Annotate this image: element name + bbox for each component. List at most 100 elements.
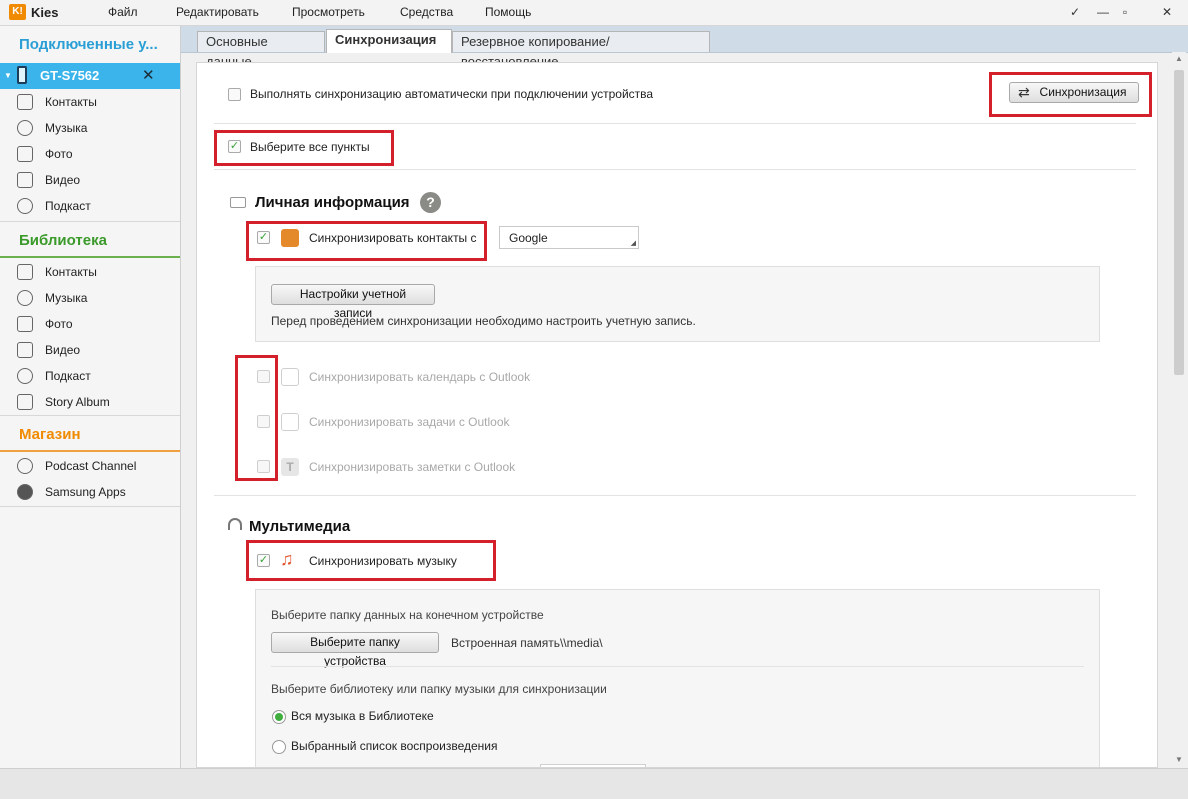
device-item-music[interactable]: Музыка <box>0 115 180 141</box>
library-item-podcast[interactable]: Подкаст <box>0 363 180 389</box>
book-icon <box>17 394 33 410</box>
dropdown-icon: ◢ <box>630 240 636 247</box>
sync-tasks-label: Синхронизировать задачи с Outlook <box>309 415 510 429</box>
device-item-contacts[interactable]: Контакты <box>0 89 180 115</box>
menu-view[interactable]: Просмотреть <box>292 5 365 19</box>
sync-calendar-label: Синхронизировать календарь с Outlook <box>309 370 531 384</box>
contacts-source-select[interactable]: Google ◢ <box>499 226 639 249</box>
calendar-icon <box>281 368 299 386</box>
menu-help[interactable]: Помощь <box>485 5 531 19</box>
kies-logo: K! <box>9 4 26 20</box>
account-settings-panel: Настройки учетной записи Перед проведени… <box>255 266 1100 342</box>
nav-label: Видео <box>45 343 81 357</box>
vertical-scrollbar[interactable]: ▲ ▼ <box>1172 52 1186 768</box>
highlight-music <box>246 540 496 581</box>
library-item-story-album[interactable]: Story Album <box>0 389 180 415</box>
library-title: Библиотека <box>19 232 107 249</box>
store-underline <box>0 450 180 452</box>
choose-folder-button[interactable]: Выберите папку устройства <box>271 632 439 668</box>
tab-backup-restore[interactable]: Резервное копирование/восстановление <box>452 31 710 69</box>
highlight-sync-button <box>989 72 1152 117</box>
store-item-samsung-apps[interactable]: Samsung Apps <box>0 479 180 505</box>
library-prompt: Выберите библиотеку или папку музыки для… <box>271 682 607 696</box>
library-underline <box>0 256 180 258</box>
divider <box>271 666 1084 667</box>
folder-prompt: Выберите папку данных на конечном устрой… <box>271 608 544 622</box>
contacts-icon <box>17 264 33 280</box>
nav-label: Музыка <box>45 121 88 135</box>
contacts-source-value: Google <box>509 231 548 245</box>
playlist-radio[interactable] <box>272 740 286 754</box>
highlight-select-all <box>214 130 394 166</box>
scroll-down-icon[interactable]: ▼ <box>1175 755 1183 764</box>
sync-content: Выполнять синхронизацию автоматически пр… <box>196 62 1158 768</box>
device-item-video[interactable]: Видео <box>0 167 180 193</box>
tab-sync[interactable]: Синхронизация <box>326 29 452 53</box>
tasks-icon <box>281 413 299 431</box>
pin-icon[interactable]: ✓ <box>1066 4 1084 20</box>
sidebar: Подключенные у... ▼ GT-S7562 ✕ Контакты … <box>0 26 181 768</box>
auto-sync-checkbox[interactable] <box>228 88 241 101</box>
highlight-contacts <box>246 221 487 261</box>
device-item-podcast[interactable]: Подкаст <box>0 193 180 219</box>
divider <box>0 506 180 507</box>
auto-sync-label: Выполнять синхронизацию автоматически пр… <box>250 87 654 101</box>
music-icon <box>17 290 33 306</box>
library-item-contacts[interactable]: Контакты <box>0 259 180 285</box>
nav-label: Контакты <box>45 265 97 279</box>
headphones-icon <box>228 518 242 530</box>
music-options-panel: Выберите папку данных на конечном устрой… <box>255 589 1100 767</box>
all-music-label: Вся музыка в Библиотеке <box>291 709 434 723</box>
connected-devices-title: Подключенные у... <box>19 36 158 53</box>
help-icon[interactable]: ? <box>420 192 441 213</box>
photo-icon <box>17 316 33 332</box>
all-music-radio[interactable] <box>272 710 286 724</box>
video-icon <box>17 172 33 188</box>
tab-basic-info[interactable]: Основные данные <box>197 31 325 69</box>
device-item-photo[interactable]: Фото <box>0 141 180 167</box>
podcast-icon <box>17 368 33 384</box>
folder-path: Встроенная память\\media\ <box>451 636 603 650</box>
expand-arrow-icon[interactable]: ▼ <box>4 71 12 80</box>
tab-bar: Основные данные Синхронизация Резервное … <box>181 26 1188 69</box>
nav-label: Samsung Apps <box>45 485 126 499</box>
minimize-button[interactable]: — <box>1094 4 1112 20</box>
divider <box>0 415 180 416</box>
nav-label: Podcast Channel <box>45 459 137 473</box>
podcast-icon <box>17 458 33 474</box>
nav-label: Контакты <box>45 95 97 109</box>
nav-label: Story Album <box>45 395 110 409</box>
nav-label: Подкаст <box>45 369 91 383</box>
contacts-icon <box>17 94 33 110</box>
menu-tools[interactable]: Средства <box>400 5 453 19</box>
account-note: Перед проведением синхронизации необходи… <box>271 314 696 328</box>
store-item-podcast-channel[interactable]: Podcast Channel <box>0 453 180 479</box>
maximize-button[interactable]: ▫ <box>1116 4 1134 20</box>
menu-edit[interactable]: Редактировать <box>176 5 259 19</box>
title-bar: K! Kies Файл Редактировать Просмотреть С… <box>0 0 1188 26</box>
scroll-thumb[interactable] <box>1174 70 1184 375</box>
photo-icon <box>17 146 33 162</box>
library-item-photo[interactable]: Фото <box>0 311 180 337</box>
account-settings-button[interactable]: Настройки учетной записи <box>271 284 435 320</box>
library-item-video[interactable]: Видео <box>0 337 180 363</box>
device-item[interactable]: ▼ GT-S7562 ✕ <box>0 63 180 89</box>
nav-label: Фото <box>45 147 73 161</box>
highlight-outlook-checkboxes <box>235 355 278 481</box>
multimedia-title: Мультимедиа <box>249 518 351 535</box>
store-title: Магазин <box>19 426 81 443</box>
close-window-button[interactable]: ✕ <box>1158 4 1176 20</box>
music-icon <box>17 120 33 136</box>
divider <box>214 495 1136 496</box>
samsung-apps-icon <box>17 484 33 500</box>
disconnect-icon[interactable]: ✕ <box>142 66 155 84</box>
nav-label: Подкаст <box>45 199 91 213</box>
nav-label: Музыка <box>45 291 88 305</box>
nav-label: Фото <box>45 317 73 331</box>
divider <box>214 123 1136 124</box>
playlist-label: Выбранный список воспроизведения <box>291 739 498 753</box>
menu-file[interactable]: Файл <box>108 5 138 19</box>
scroll-up-icon[interactable]: ▲ <box>1175 54 1183 63</box>
personal-info-title: Личная информация <box>255 194 410 211</box>
library-item-music[interactable]: Музыка <box>0 285 180 311</box>
